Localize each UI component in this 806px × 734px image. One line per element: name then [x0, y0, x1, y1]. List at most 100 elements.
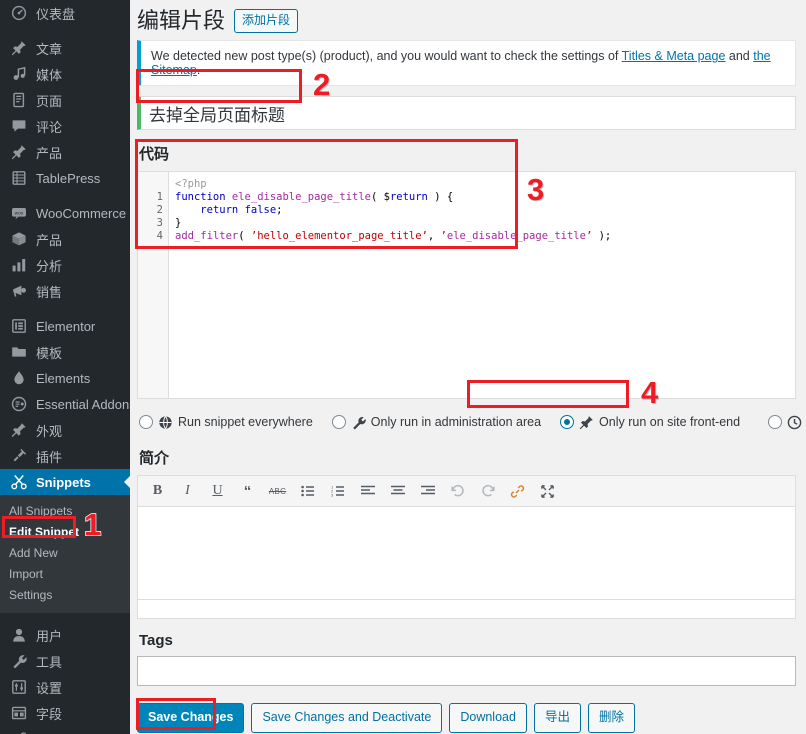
main-content: 编辑片段 添加片段 We detected new post type(s) (… [130, 0, 806, 734]
scope-radio-only-run-on-site-front-end[interactable]: Only run on site front-end [560, 415, 740, 430]
删除-button[interactable]: 删除 [587, 703, 635, 734]
undo-icon[interactable] [448, 481, 467, 502]
sidebar-item-rank-math[interactable]: Rank Math [0, 726, 130, 734]
bold-icon[interactable]: B [148, 481, 167, 502]
radio-indicator[interactable] [139, 415, 153, 430]
sidebar-item--[interactable]: 销售 [0, 278, 130, 304]
submenu-item-edit-snippet[interactable]: Edit Snippet [0, 522, 130, 543]
submenu-item-import[interactable]: Import [0, 564, 130, 585]
tags-input[interactable] [137, 656, 796, 687]
scope-radio-group: Run snippet everywhere Only run in admini… [139, 410, 802, 434]
sidebar-item--[interactable]: 字段 [0, 700, 130, 726]
sidebar-item--[interactable]: 产品 [0, 226, 130, 252]
blockquote-icon[interactable]: “ [238, 481, 257, 502]
sidebar-item-tablepress[interactable]: TablePress [0, 165, 130, 191]
underline-icon[interactable]: U [208, 481, 227, 502]
sidebar-item-woocommerce[interactable]: woo WooCommerce [0, 200, 130, 226]
sidebar-item-label: 文章 [36, 41, 63, 57]
submenu-item-all-snippets[interactable]: All Snippets [0, 501, 130, 522]
sidebar-item--[interactable]: 外观 [0, 417, 130, 443]
megaphone-icon [9, 281, 29, 301]
user-icon [9, 625, 29, 645]
code-line-numbers: 01234 [138, 172, 169, 399]
numbered-list-icon[interactable]: 123 [328, 481, 347, 502]
pin-icon [9, 142, 29, 162]
sidebar-item-essential-addons[interactable]: Essential Addons [0, 391, 130, 417]
description-editor: B I U “ ABC 1 2 3 [137, 475, 796, 620]
code-editor-text[interactable]: <?php function ele_disable_page_title( $r… [169, 172, 795, 398]
snippet-title-input[interactable] [137, 96, 796, 131]
italic-icon[interactable]: I [178, 481, 197, 502]
submenu-item-settings[interactable]: Settings [0, 585, 130, 606]
scope-radio-label: Only run in administration area [370, 415, 542, 430]
add-snippet-button[interactable]: 添加片段 [234, 9, 299, 34]
line-number: 4 [156, 230, 163, 243]
导出-button[interactable]: 导出 [533, 703, 581, 734]
folder-icon [9, 342, 29, 362]
sidebar-item-label: Snippets [36, 474, 91, 490]
tags-section-label: Tags [139, 632, 173, 650]
sidebar-item--[interactable]: 分析 [0, 252, 130, 278]
scope-radio-only-run-once[interactable]: Only run once [768, 415, 806, 430]
titles-meta-link[interactable]: Titles & Meta page [622, 49, 726, 63]
sidebar-item-label: 销售 [36, 284, 63, 300]
sidebar-item-label: 产品 [36, 145, 63, 161]
sidebar-item-elements[interactable]: Elements [0, 365, 130, 391]
sidebar-item--[interactable]: 仪表盘 [0, 0, 130, 26]
bullet-list-icon[interactable] [298, 481, 317, 502]
fullscreen-icon[interactable] [538, 481, 557, 502]
download-button[interactable]: Download [449, 703, 527, 734]
sidebar-item--[interactable]: 页面 [0, 87, 130, 113]
sidebar-item-label: Essential Addons [36, 396, 130, 412]
scope-radio-run-snippet-everywhere[interactable]: Run snippet everywhere [139, 415, 313, 430]
align-center-icon[interactable] [388, 481, 407, 502]
sidebar-item--[interactable]: 评论 [0, 113, 130, 139]
sidebar-menu-top: 仪表盘 文章 媒体 页面 评论 产品 TablePress woo WooCommerce 产品分… [0, 0, 130, 469]
pin-icon [579, 415, 594, 430]
sidebar-item-label: 插件 [36, 449, 63, 465]
sidebar-item--[interactable]: 插件 [0, 443, 130, 469]
sidebar-item--[interactable]: 产品 [0, 139, 130, 165]
radio-indicator[interactable] [768, 415, 783, 430]
globe-icon [158, 415, 173, 430]
woo-icon: woo [9, 203, 29, 223]
code-editor[interactable]: 01234 <?phpfunction ele_disable_page_tit… [137, 171, 796, 400]
rankmath-icon [9, 729, 29, 734]
footer-button-row: Save Changes Save Changes and Deactivate D… [137, 703, 796, 734]
align-left-icon[interactable] [358, 481, 377, 502]
scope-radio-only-run-in-administration-area[interactable]: Only run in administration area [331, 415, 542, 430]
sidebar-item-label: 工具 [36, 654, 63, 670]
sidebar-separator [0, 191, 130, 200]
media-icon [9, 64, 29, 84]
editor-status-bar [138, 599, 795, 619]
scope-radio-label: Only run on site front-end [599, 415, 741, 430]
sidebar-item--[interactable]: 模板 [0, 339, 130, 365]
code-line: function ele_disable_page_title( $return… [175, 191, 454, 204]
sidebar-item--[interactable]: 工具 [0, 648, 130, 674]
brush-icon [9, 420, 29, 440]
sidebar-item-label: 分析 [36, 258, 63, 274]
sidebar-item-elementor[interactable]: Elementor [0, 313, 130, 339]
submenu-item-add-new[interactable]: Add New [0, 543, 130, 564]
drop-icon [9, 368, 29, 388]
strikethrough-icon[interactable]: ABC [268, 481, 287, 502]
align-right-icon[interactable] [418, 481, 437, 502]
scope-radio-label: Run snippet everywhere [178, 415, 313, 430]
save-changes-button[interactable]: Save Changes [137, 703, 245, 734]
sidebar-item-snippets[interactable]: Snippets [0, 469, 130, 495]
notice-text-middle: and [725, 49, 754, 64]
radio-indicator[interactable] [560, 415, 575, 430]
sidebar-separator [0, 26, 130, 35]
radio-indicator[interactable] [331, 415, 346, 430]
link-icon[interactable] [508, 481, 527, 502]
svg-text:woo: woo [15, 210, 24, 215]
elementor-icon [9, 316, 29, 336]
sidebar-item--[interactable]: 用户 [0, 622, 130, 648]
redo-icon[interactable] [478, 481, 497, 502]
description-textarea[interactable] [138, 507, 795, 600]
save-changes-and-deactivate-button[interactable]: Save Changes and Deactivate [251, 703, 443, 734]
sidebar-item--[interactable]: 设置 [0, 674, 130, 700]
sidebar-item-label: 外观 [36, 423, 63, 439]
sidebar-item--[interactable]: 媒体 [0, 61, 130, 87]
sidebar-item--[interactable]: 文章 [0, 35, 130, 61]
